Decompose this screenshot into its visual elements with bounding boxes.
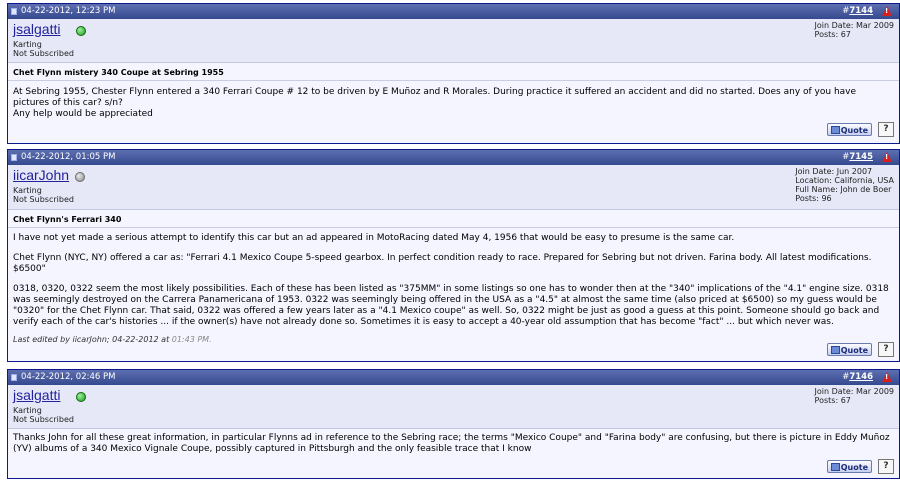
full-name: Full Name: John de Boer xyxy=(795,185,892,194)
post-paragraph: At Sebring 1955, Chester Flynn entered a… xyxy=(13,87,857,108)
edit-note: Last edited by iicarJohn; 04-22-2012 at … xyxy=(13,328,894,345)
post-number-link[interactable]: 7145 xyxy=(849,152,873,162)
edited-by: Last edited by iicarJohn; 04-22-2012 at xyxy=(13,335,172,344)
post-body: Chet Flynn mistery 340 Coupe at Sebring … xyxy=(8,63,899,120)
report-post-icon[interactable]: ! xyxy=(882,152,892,162)
user-title: Karting xyxy=(13,40,42,49)
post-count: Posts: 67 xyxy=(814,396,851,405)
quote-label: Quote xyxy=(840,126,868,135)
post-paragraph: 0318, 0320, 0322 seem the most likely po… xyxy=(13,284,889,327)
multi-quote-icon: ? xyxy=(883,461,889,471)
post-icon xyxy=(11,374,17,381)
quote-label: Quote xyxy=(840,346,868,355)
post-7144: 04-22-2012, 12:23 PM #7144 ! jsalgatti K… xyxy=(7,3,900,144)
post-paragraph: I have not yet made a serious attempt to… xyxy=(13,233,735,243)
post-date: 04-22-2012, 01:05 PM xyxy=(21,152,116,162)
online-status-icon xyxy=(76,392,86,402)
edited-time: 01:43 PM. xyxy=(171,335,212,344)
report-post-icon[interactable]: ! xyxy=(882,372,892,382)
post-count: Posts: 96 xyxy=(795,194,832,203)
post-date: 04-22-2012, 02:46 PM xyxy=(21,372,116,382)
post-7145: 04-22-2012, 01:05 PM #7145 ! iicarJohn K… xyxy=(7,149,900,362)
user-info-bar: jsalgatti Karting Not Subscribed Join Da… xyxy=(8,385,899,429)
post-date: 04-22-2012, 12:23 PM xyxy=(21,6,116,16)
multi-quote-button[interactable]: ? xyxy=(878,342,894,357)
user-info-bar: iicarJohn Karting Not Subscribed Join Da… xyxy=(8,165,899,210)
post-paragraph: Thanks John for all these great informat… xyxy=(13,433,890,454)
subscription-status: Not Subscribed xyxy=(13,195,74,204)
username-link[interactable]: jsalgatti xyxy=(13,387,60,403)
post-icon xyxy=(11,8,17,15)
multi-quote-button[interactable]: ? xyxy=(878,122,894,137)
subscription-status: Not Subscribed xyxy=(13,415,74,424)
post-header: 04-22-2012, 02:46 PM #7146 ! xyxy=(8,370,899,385)
user-stats: Join Date: Jun 2007 Location: California… xyxy=(795,167,894,203)
location: Location: California, USA xyxy=(795,176,894,185)
offline-status-icon xyxy=(75,172,85,182)
quote-icon xyxy=(831,126,840,134)
report-label: ! xyxy=(885,373,889,381)
join-date: Join Date: Mar 2009 xyxy=(814,387,894,396)
post-paragraph: Any help would be appreciated xyxy=(13,109,153,119)
username-link[interactable]: iicarJohn xyxy=(13,167,69,183)
post-number: #7144 xyxy=(842,4,873,19)
post-number-link[interactable]: 7146 xyxy=(849,372,873,382)
user-title: Karting xyxy=(13,406,42,415)
post-body: Thanks John for all these great informat… xyxy=(8,429,899,455)
quote-button[interactable]: Quote xyxy=(827,343,872,356)
post-count: Posts: 67 xyxy=(814,30,851,39)
multi-quote-icon: ? xyxy=(883,124,889,134)
quote-label: Quote xyxy=(840,463,868,472)
quote-icon xyxy=(831,463,840,471)
quote-button[interactable]: Quote xyxy=(827,460,872,473)
report-label: ! xyxy=(885,7,889,15)
post-paragraph: Chet Flynn (NYC, NY) offered a car as: "… xyxy=(13,253,872,274)
post-number-link[interactable]: 7144 xyxy=(849,6,873,16)
subscription-status: Not Subscribed xyxy=(13,49,74,58)
thread-posts: 04-22-2012, 12:23 PM #7144 ! jsalgatti K… xyxy=(0,0,900,484)
quote-icon xyxy=(831,346,840,354)
user-stats: Join Date: Mar 2009 Posts: 67 xyxy=(815,21,894,39)
report-post-icon[interactable]: ! xyxy=(882,6,892,16)
post-subject: Chet Flynn mistery 340 Coupe at Sebring … xyxy=(13,68,224,77)
report-label: ! xyxy=(885,153,889,161)
multi-quote-icon: ? xyxy=(883,344,889,354)
post-subject: Chet Flynn's Ferrari 340 xyxy=(13,215,122,224)
quote-button[interactable]: Quote xyxy=(827,123,872,136)
post-number: #7146 xyxy=(842,370,873,385)
user-title: Karting xyxy=(13,186,42,195)
post-body: Chet Flynn's Ferrari 340 I have not yet … xyxy=(8,210,899,345)
multi-quote-button[interactable]: ? xyxy=(878,459,894,474)
join-date: Join Date: Jun 2007 xyxy=(795,167,873,176)
post-header: 04-22-2012, 12:23 PM #7144 ! xyxy=(8,4,899,19)
username-link[interactable]: jsalgatti xyxy=(13,21,60,37)
post-header: 04-22-2012, 01:05 PM #7145 ! xyxy=(8,150,899,165)
join-date: Join Date: Mar 2009 xyxy=(814,21,894,30)
post-number: #7145 xyxy=(842,150,873,165)
online-status-icon xyxy=(76,26,86,36)
post-icon xyxy=(11,154,17,161)
user-info-bar: jsalgatti Karting Not Subscribed Join Da… xyxy=(8,19,899,63)
post-7146: 04-22-2012, 02:46 PM #7146 ! jsalgatti K… xyxy=(7,369,900,479)
user-stats: Join Date: Mar 2009 Posts: 67 xyxy=(815,387,894,405)
